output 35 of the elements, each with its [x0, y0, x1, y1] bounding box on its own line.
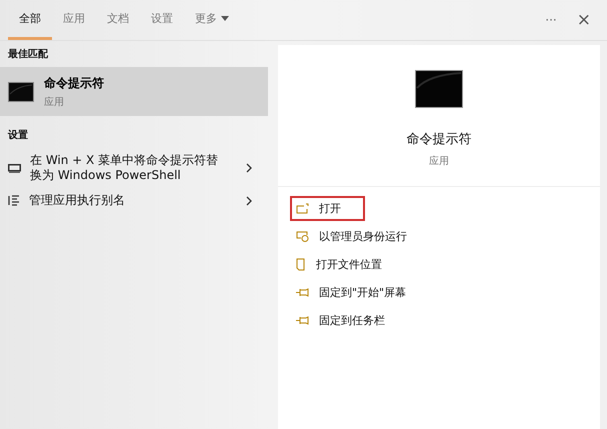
more-options-button[interactable]: ··· — [539, 11, 563, 29]
caret-icon — [221, 16, 229, 21]
open-window-icon — [296, 203, 309, 214]
chevron-right-icon — [246, 196, 252, 206]
section-heading: 设置 — [6, 128, 29, 143]
action-item[interactable]: 固定到任务栏 — [290, 308, 399, 333]
app-name: 命令提示符 — [44, 74, 104, 92]
terminal-icon — [8, 82, 34, 102]
filter-tab[interactable]: 文档 — [96, 0, 140, 40]
app-type: 应用 — [44, 96, 65, 108]
best-match-item[interactable]: 命令提示符 应用 — [0, 67, 268, 116]
app-type: 应用 — [429, 154, 449, 168]
filter-tab[interactable]: 更多 — [184, 0, 240, 40]
pin-icon — [296, 316, 309, 325]
document-icon — [296, 258, 306, 271]
filter-tab[interactable]: 全部 — [8, 0, 52, 40]
settings-label: 管理应用执行别名 — [29, 193, 126, 208]
action-item[interactable]: 以管理员身份运行 — [290, 224, 421, 249]
section-heading: 最佳匹配 — [7, 48, 49, 62]
settings-item[interactable]: 在 Win + X 菜单中将命令提示符替换为 Windows PowerShell — [0, 148, 278, 188]
action-item[interactable]: 打开 — [290, 196, 365, 221]
terminal-icon — [415, 70, 463, 108]
app-name: 命令提示符 — [406, 131, 472, 148]
settings-label: 在 Win + X 菜单中将命令提示符替换为 Windows PowerShell — [30, 153, 220, 183]
action-item[interactable]: 打开文件位置 — [290, 252, 396, 277]
filter-tab[interactable]: 应用 — [52, 0, 96, 40]
window-shield-icon — [296, 231, 309, 242]
close-button[interactable]: × — [570, 8, 597, 32]
chevron-right-icon — [246, 163, 252, 173]
settings-item[interactable]: 管理应用执行别名 — [0, 188, 278, 213]
pin-icon — [296, 288, 309, 297]
action-item[interactable]: 固定到"开始"屏幕 — [290, 280, 420, 305]
filter-tab[interactable]: 设置 — [140, 0, 184, 40]
list-icon — [8, 195, 20, 206]
monitor-icon — [8, 164, 21, 172]
